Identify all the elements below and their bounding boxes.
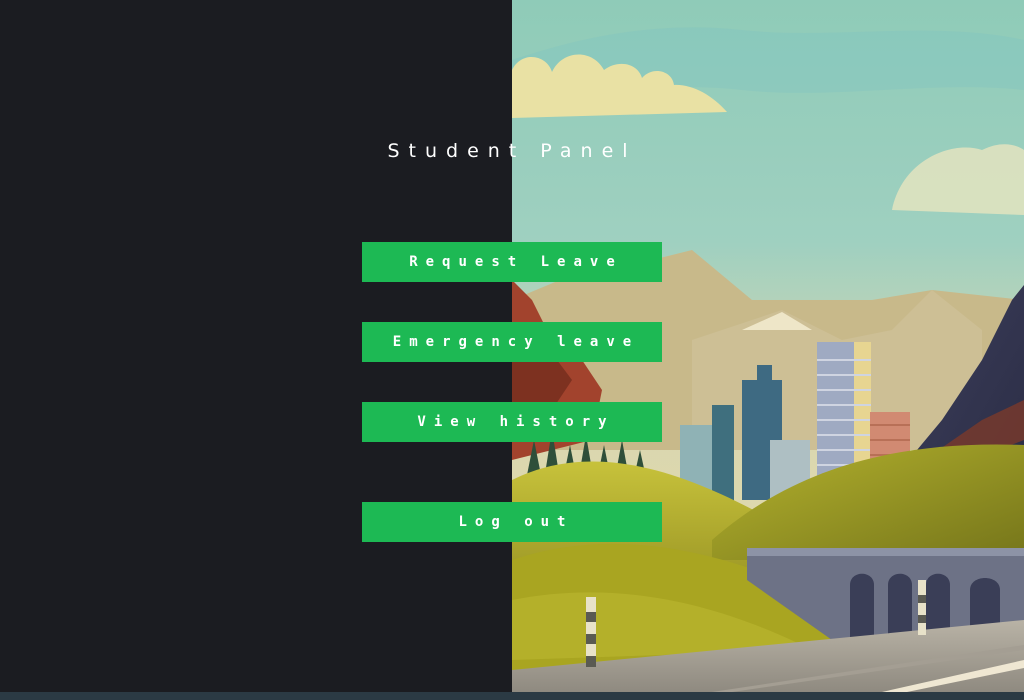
log-out-button[interactable]: Log out bbox=[362, 502, 662, 542]
emergency-leave-button[interactable]: Emergency leave bbox=[362, 322, 662, 362]
request-leave-button[interactable]: Request Leave bbox=[362, 242, 662, 282]
bottom-strip bbox=[0, 692, 1024, 700]
view-history-button[interactable]: View history bbox=[362, 402, 662, 442]
page-title: Student Panel bbox=[387, 140, 637, 162]
